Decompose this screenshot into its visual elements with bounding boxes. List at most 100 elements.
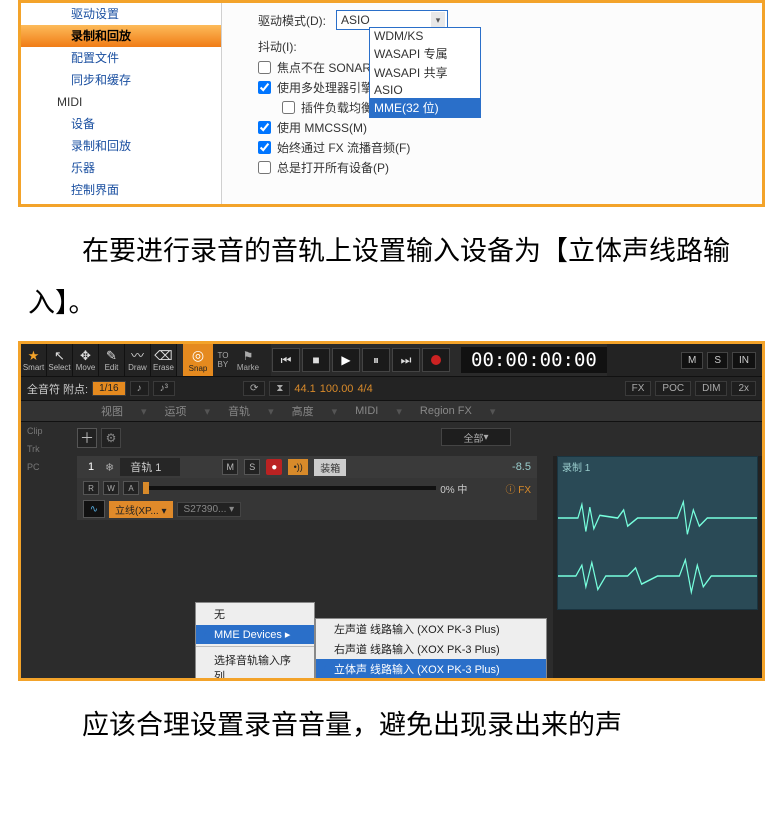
note-icon[interactable]: ♪ bbox=[130, 381, 149, 396]
dropdown-option[interactable]: WASAPI 共享 bbox=[370, 63, 480, 82]
mute-button[interactable]: M bbox=[222, 459, 238, 475]
cb-mmcss[interactable] bbox=[258, 121, 271, 134]
waveform-left bbox=[558, 491, 757, 545]
pan-readout: 0% 中 bbox=[440, 481, 467, 496]
pill-s[interactable]: S bbox=[707, 352, 728, 369]
tree-item[interactable]: 设备 bbox=[21, 113, 221, 135]
dropdown-option[interactable]: WDM/KS bbox=[370, 28, 480, 44]
freeze-icon[interactable]: ❄ bbox=[105, 461, 114, 474]
snap-val[interactable]: 1/16 bbox=[92, 381, 125, 396]
filter-all[interactable]: 全部 ▾ bbox=[441, 428, 511, 446]
marker-tool[interactable]: ⚑Marke bbox=[233, 344, 263, 376]
submenu-item[interactable]: 左声道 线路输入 (XOX PK-3 Plus) bbox=[316, 619, 546, 639]
write-automation[interactable]: W bbox=[103, 481, 119, 495]
driver-mode-value: ASIO bbox=[341, 13, 370, 27]
tree-item[interactable]: MIDI bbox=[21, 91, 221, 113]
tree-item[interactable]: 驱动设置 bbox=[21, 3, 221, 25]
input-menu-item[interactable]: 无 bbox=[196, 603, 314, 625]
tree-item[interactable]: 录制和回放 bbox=[21, 25, 221, 47]
loop-icon[interactable]: ⟳ bbox=[243, 381, 265, 396]
volume-slider[interactable] bbox=[143, 486, 436, 490]
submenu-item[interactable]: 立体声 线路输入 (XOX PK-3 Plus) bbox=[316, 659, 546, 679]
dropdown-option[interactable]: WASAPI 专属 bbox=[370, 44, 480, 63]
metro-icon[interactable]: ⧗ bbox=[269, 381, 290, 396]
dropdown-option[interactable]: ASIO bbox=[370, 82, 480, 98]
pause-button[interactable]: ⏸ bbox=[362, 348, 390, 372]
tab-2[interactable]: 音轨 bbox=[228, 403, 250, 419]
driver-mode-dropdown[interactable]: WDM/KSWASAPI 专属WASAPI 共享ASIOMME(32 位) bbox=[369, 27, 481, 118]
cb-multiproc[interactable] bbox=[258, 81, 271, 94]
tree-item[interactable]: 配置文件 bbox=[21, 47, 221, 69]
pill-fx[interactable]: FX bbox=[625, 381, 652, 396]
clip-lane[interactable]: 录制 1 bbox=[553, 456, 762, 681]
tab-0[interactable]: 视图 bbox=[101, 403, 123, 419]
stop-button[interactable]: ■ bbox=[302, 348, 330, 372]
track-header[interactable]: 1 ❄ 音轨 1 M S ● •)) 装箱 -8.5 bbox=[77, 456, 537, 478]
cb-fxstream-label: 始终通过 FX 流播音频(F) bbox=[277, 139, 410, 156]
tree-item[interactable]: 同步和缓存 bbox=[21, 69, 221, 91]
rewind-button[interactable]: ⏮ bbox=[272, 348, 300, 372]
submenu-item[interactable]: 右声道 线路输入 (XOX PK-3 Plus) bbox=[316, 639, 546, 659]
smart-tool[interactable]: ★Smart bbox=[21, 344, 47, 376]
flag-icon: ⚑ bbox=[243, 349, 254, 363]
arm-record-button[interactable]: ● bbox=[266, 459, 282, 475]
timesig[interactable]: 4/4 bbox=[357, 383, 372, 395]
tab-4[interactable]: MIDI bbox=[355, 405, 378, 417]
submenu-item[interactable]: 左声道 CB6N Analog In 1/2 (Cube6Nano W bbox=[316, 679, 546, 681]
tab-5[interactable]: Region FX bbox=[420, 405, 472, 417]
move-tool[interactable]: ✥Move bbox=[73, 344, 99, 376]
monitor-button[interactable]: •)) bbox=[288, 459, 308, 475]
cb-focus[interactable] bbox=[258, 61, 271, 74]
input-submenu[interactable]: 左声道 线路输入 (XOX PK-3 Plus)右声道 线路输入 (XOX PK… bbox=[315, 618, 547, 681]
erase-icon: ⌫ bbox=[154, 349, 172, 363]
add-track-button[interactable]: ＋ bbox=[77, 428, 97, 448]
wave-icon: ∿ bbox=[83, 500, 105, 518]
solo-button[interactable]: S bbox=[244, 459, 260, 475]
track-settings-button[interactable]: ⚙ bbox=[101, 428, 121, 448]
tempo[interactable]: 100.00 bbox=[320, 383, 354, 395]
snap-to[interactable]: TOBY bbox=[213, 344, 233, 376]
pill-poc[interactable]: POC bbox=[655, 381, 691, 396]
snap-toggle[interactable]: ◎Snap bbox=[183, 344, 213, 376]
cb-loadbal[interactable] bbox=[282, 101, 295, 114]
pill-in[interactable]: IN bbox=[732, 352, 756, 369]
dropdown-option[interactable]: MME(32 位) bbox=[370, 98, 480, 117]
daw-window: ★Smart ↖Select ✥Move ✎Edit 〰Draw ⌫Erase … bbox=[18, 341, 765, 681]
record-icon bbox=[431, 355, 441, 365]
triplet-icon[interactable]: ♪³ bbox=[153, 381, 175, 396]
samplerate: 44.1 bbox=[294, 383, 315, 395]
tree-item[interactable]: 录制和回放 bbox=[21, 135, 221, 157]
output-selector[interactable]: S27390... bbox=[177, 502, 242, 517]
tab-3[interactable]: 高度 bbox=[292, 403, 314, 419]
main-toolbar: ★Smart ↖Select ✥Move ✎Edit 〰Draw ⌫Erase … bbox=[21, 344, 762, 376]
tree-item[interactable]: 鼓映射管理器 bbox=[21, 201, 221, 207]
record-button[interactable] bbox=[422, 348, 450, 372]
tree-item[interactable]: 乐器 bbox=[21, 157, 221, 179]
archive-button[interactable]: 装箱 bbox=[314, 459, 346, 476]
audio-clip[interactable]: 录制 1 bbox=[557, 456, 758, 610]
inspector-tabs: 视图▾运项▾音轨▾高度▾MIDI▾Region FX▾ bbox=[21, 400, 762, 422]
select-tool[interactable]: ↖Select bbox=[47, 344, 73, 376]
input-menu-item[interactable]: 选择音轨输入序列... bbox=[196, 649, 314, 681]
pill-2x[interactable]: 2x bbox=[731, 381, 756, 396]
input-menu-item[interactable]: MME Devices ▸ bbox=[196, 625, 314, 644]
a-button[interactable]: A bbox=[123, 481, 139, 495]
draw-icon: 〰 bbox=[131, 349, 144, 363]
tab-1[interactable]: 运项 bbox=[165, 403, 187, 419]
erase-tool[interactable]: ⌫Erase bbox=[151, 344, 177, 376]
pill-m[interactable]: M bbox=[681, 352, 703, 369]
pill-dim[interactable]: DIM bbox=[695, 381, 727, 396]
fx-button[interactable]: ⓘ FX bbox=[505, 481, 531, 496]
tree-item[interactable]: 控制界面 bbox=[21, 179, 221, 201]
edit-tool[interactable]: ✎Edit bbox=[99, 344, 125, 376]
draw-tool[interactable]: 〰Draw bbox=[125, 344, 151, 376]
ffwd-button[interactable]: ⏭ bbox=[392, 348, 420, 372]
input-selector[interactable]: 立线(XP... bbox=[109, 501, 173, 518]
read-automation[interactable]: R bbox=[83, 481, 99, 495]
cb-fxstream[interactable] bbox=[258, 141, 271, 154]
track-name[interactable]: 音轨 1 bbox=[120, 458, 180, 476]
cb-alldev[interactable] bbox=[258, 161, 271, 174]
timecode-display[interactable]: 00:00:00:00 bbox=[461, 347, 607, 373]
play-button[interactable]: ▶ bbox=[332, 348, 360, 372]
input-menu[interactable]: 无MME Devices ▸选择音轨输入序列...选择音轨输入...新跳线插入点 bbox=[195, 602, 315, 681]
